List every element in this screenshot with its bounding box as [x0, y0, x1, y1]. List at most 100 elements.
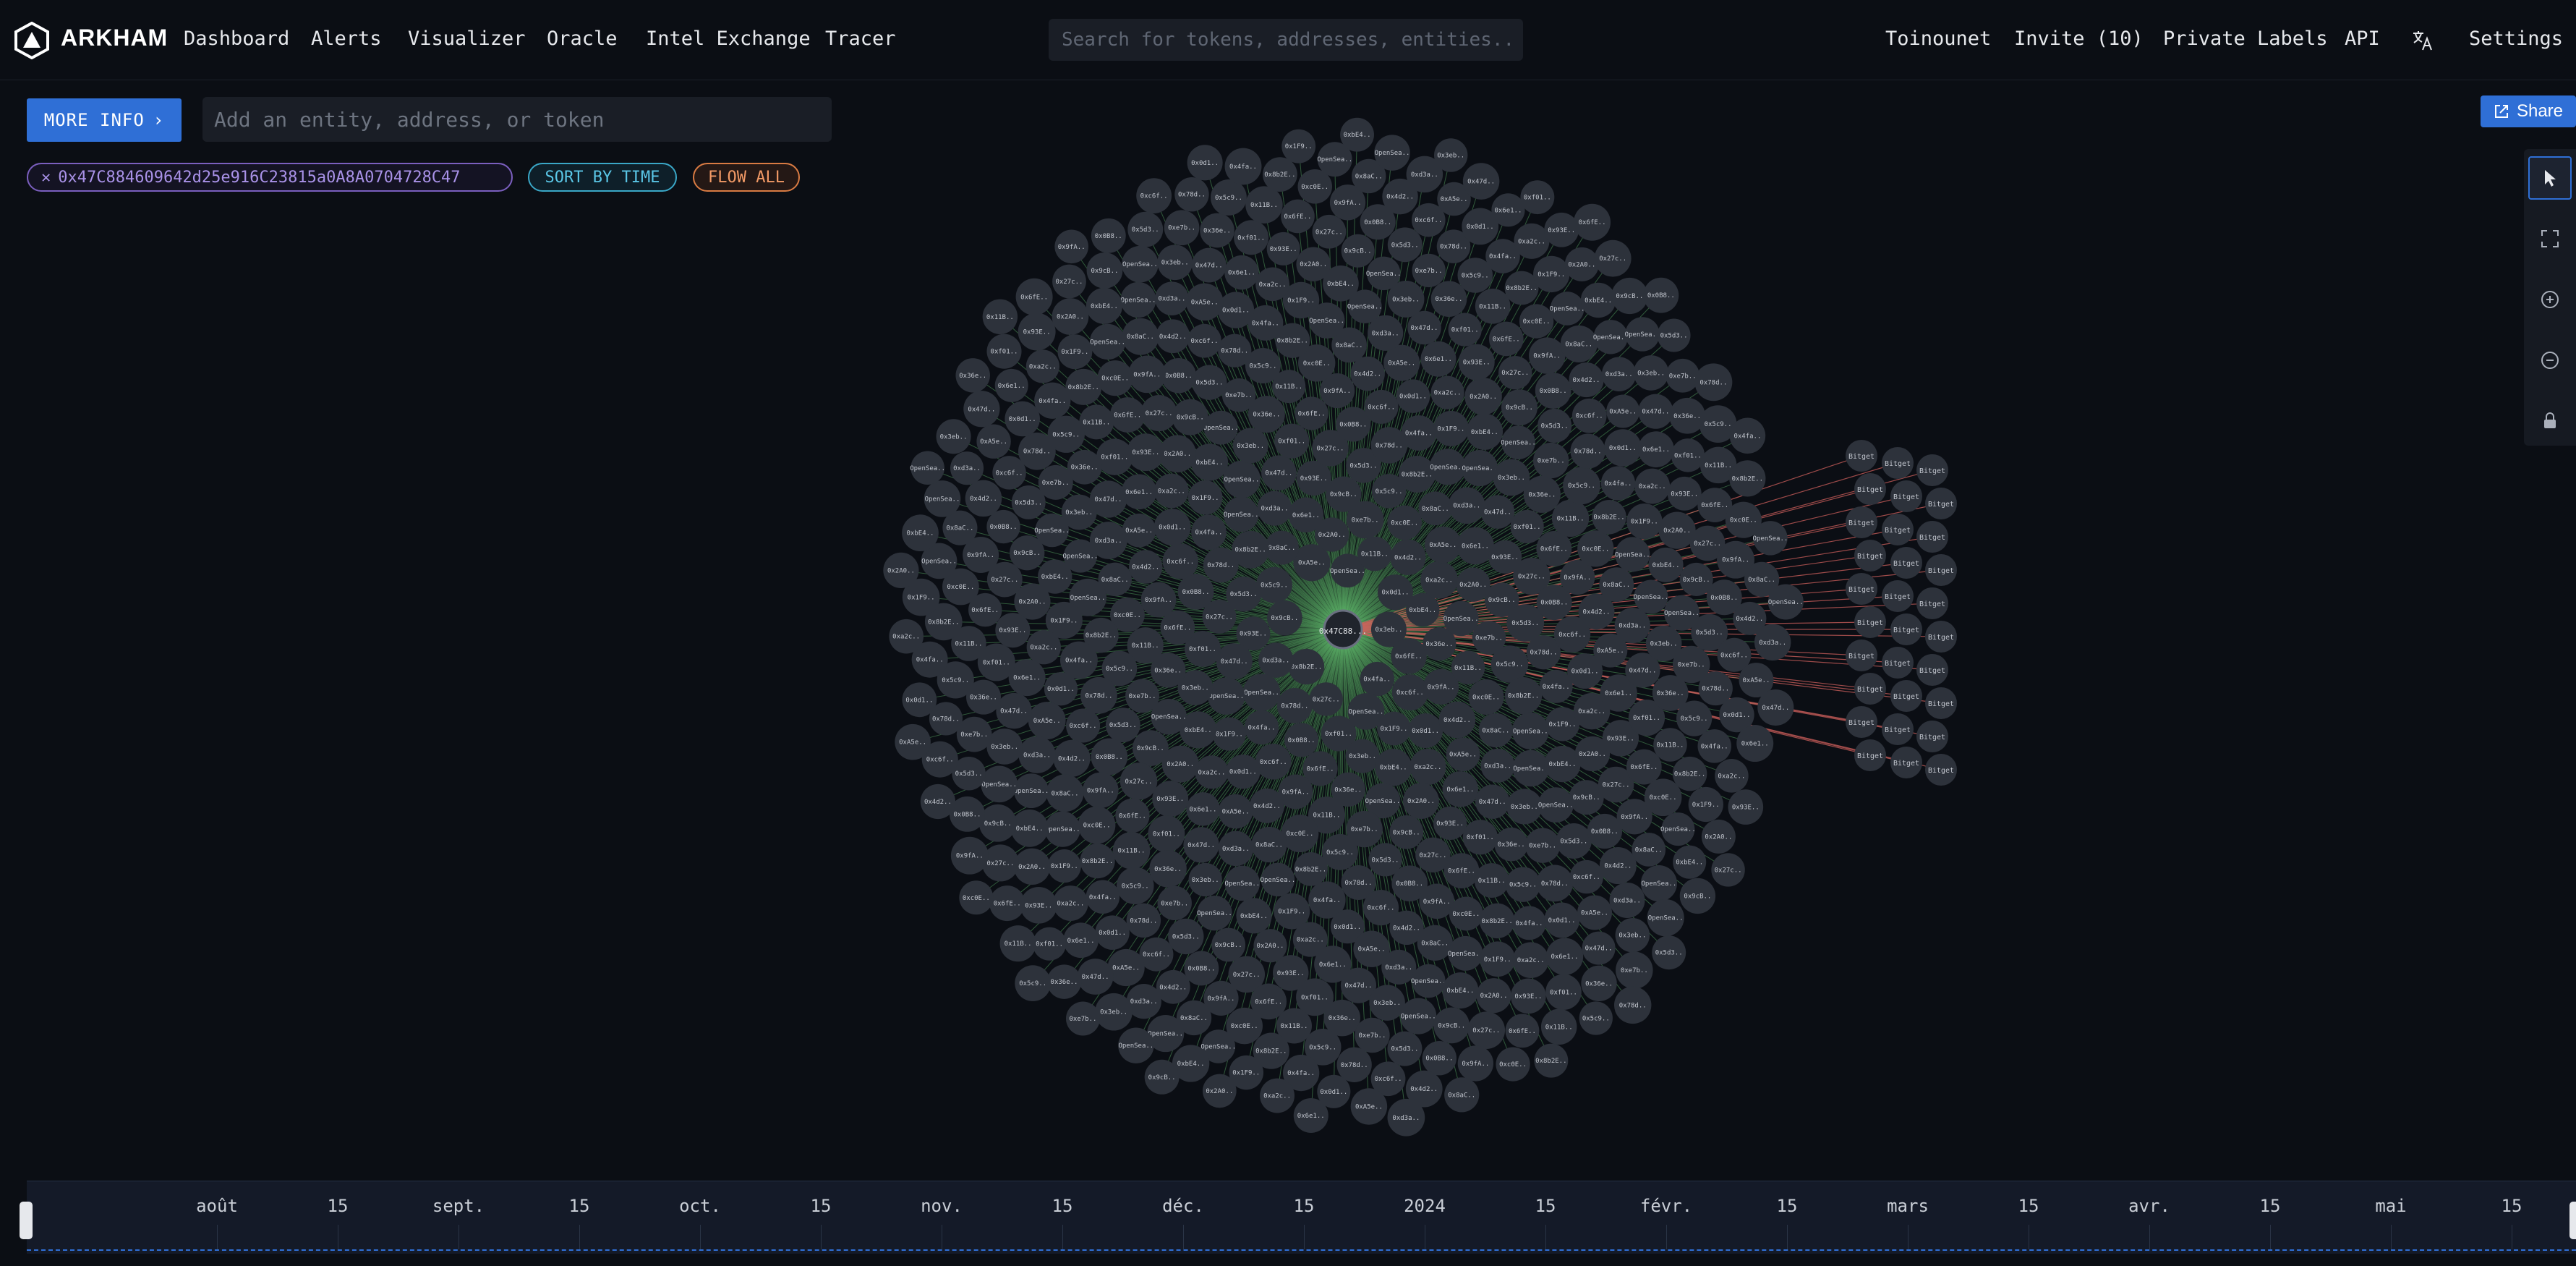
graph-node[interactable]: 0x11B.. [1540, 1008, 1577, 1045]
graph-node[interactable]: 0x8b2E.. [1534, 1043, 1569, 1078]
graph-node[interactable]: 0x9fA.. [1128, 355, 1167, 394]
nav-dashboard[interactable]: Dashboard [184, 27, 289, 50]
graph-node[interactable]: 0x11B.. [1357, 536, 1392, 572]
graph-node[interactable]: 0xf01.. [1510, 509, 1544, 544]
graph-node[interactable]: 0x0d1.. [1604, 429, 1642, 467]
bitget-node[interactable]: Bitget [1925, 621, 1957, 653]
graph-node[interactable]: 0x2A0.. [1701, 819, 1736, 854]
graph-node[interactable]: 0x9cB.. [1267, 600, 1302, 636]
graph-node[interactable]: 0x9cB.. [978, 804, 1017, 842]
bitget-node[interactable]: Bitget [1882, 713, 1914, 745]
bitget-node[interactable]: Bitget [1890, 613, 1922, 645]
graph-node[interactable]: 0x5c9.. [1117, 867, 1154, 905]
graph-node[interactable]: 0x9fA.. [1054, 229, 1088, 264]
graph-node[interactable]: 0xc0E.. [1644, 778, 1682, 817]
graph-node[interactable]: 0xc6f.. [1569, 859, 1604, 894]
graph-node[interactable]: 0x6e1.. [1293, 1097, 1328, 1133]
graph-node[interactable]: 0x11B.. [1112, 831, 1151, 870]
graph-node[interactable]: 0xa2c.. [1255, 267, 1289, 302]
graph-node[interactable]: 0xd3a.. [1387, 1098, 1425, 1137]
graph-node[interactable]: 0x11B.. [1475, 288, 1511, 324]
graph-node[interactable]: 0x0B8.. [1177, 573, 1214, 610]
graph-node[interactable]: 0x5c9.. [1210, 179, 1247, 216]
graph-node[interactable]: 0x47d.. [1191, 247, 1227, 283]
graph-node[interactable]: 0x27c.. [1498, 356, 1532, 390]
graph-node[interactable]: 0xa2c.. [1514, 223, 1550, 259]
graph-node[interactable]: OpenSea.. [924, 480, 961, 517]
graph-node[interactable]: 0x1F9.. [1533, 255, 1570, 293]
graph-node[interactable]: 0x9cB.. [1389, 815, 1424, 849]
graph-node[interactable]: 0xe7b.. [1412, 253, 1446, 288]
graph-node[interactable]: 0x2A0.. [1013, 848, 1051, 885]
graph-node[interactable]: 0x4d2.. [1599, 846, 1637, 885]
graph-node[interactable]: 0x5d3.. [1387, 1031, 1423, 1066]
graph-node[interactable]: 0x93E.. [1728, 789, 1764, 825]
graph-node[interactable]: 0x0d1.. [902, 682, 937, 718]
graph-node[interactable]: 0x5d3.. [1538, 409, 1572, 443]
bitget-node[interactable]: Bitget [1890, 480, 1922, 512]
graph-node[interactable]: 0x2A0.. [1564, 247, 1599, 281]
graph-node[interactable]: 0xc6f.. [1571, 398, 1607, 433]
graph-node[interactable]: OpenSea.. [1448, 935, 1483, 971]
graph-node[interactable]: 0x8aC.. [1418, 491, 1453, 526]
zoom-in-button[interactable] [2528, 278, 2572, 321]
graph-node[interactable]: 0x5d3.. [1652, 935, 1686, 970]
graph-node[interactable]: 0x8b2E.. [1592, 499, 1626, 535]
graph-node[interactable]: 0x6e1.. [994, 368, 1028, 402]
graph-node[interactable]: 0x4fa.. [1729, 417, 1766, 454]
graph-node[interactable]: 0x93E.. [1152, 781, 1189, 817]
graph-node[interactable]: 0x36e.. [1430, 281, 1467, 318]
graph-node[interactable]: 0x6fE.. [1505, 1014, 1540, 1048]
timeline-end-handle[interactable] [2569, 1202, 2576, 1239]
graph-node[interactable]: 0x5d3.. [1127, 211, 1164, 247]
share-button[interactable]: Share [2481, 95, 2576, 127]
graph-node[interactable]: 0x4fa.. [1697, 729, 1731, 763]
graph-node[interactable]: 0x93E.. [1433, 806, 1467, 840]
graph-node[interactable]: 0x8b2E.. [1294, 851, 1328, 886]
bitget-node[interactable]: Bitget [1846, 640, 1877, 671]
graph-node[interactable]: 0x5d3.. [1168, 918, 1204, 955]
graph-node[interactable]: 0xbE4.. [1466, 413, 1504, 450]
graph-node[interactable]: 0x11B.. [982, 299, 1018, 335]
graph-node[interactable]: 0x9fA.. [950, 836, 989, 875]
graph-node[interactable]: 0x6e1.. [1545, 938, 1584, 975]
bitget-node[interactable]: Bitget [1854, 473, 1886, 505]
lock-button[interactable] [2528, 399, 2572, 443]
nav-invite[interactable]: Invite (10) [2014, 27, 2144, 50]
graph-node[interactable]: 0x5c9.. [1563, 467, 1600, 505]
graph-node[interactable]: 0x0B8.. [1091, 738, 1128, 776]
graph-node[interactable]: 0xe7b.. [1355, 1017, 1390, 1053]
graph-node[interactable]: 0xc6f.. [1187, 323, 1221, 358]
nav-private-labels[interactable]: Private Labels [2163, 27, 2328, 50]
graph-node[interactable]: 0xd3a.. [950, 451, 984, 485]
graph-node[interactable]: 0x5c9.. [1255, 566, 1292, 603]
graph-node[interactable]: 0x8b2E.. [1729, 460, 1766, 497]
graph-node[interactable]: 0x8aC.. [1251, 826, 1287, 863]
graph-node[interactable]: 0x0d1.. [1217, 292, 1255, 328]
graph-node[interactable]: 0xA5e.. [1185, 283, 1224, 321]
graph-node[interactable]: 0xd3a.. [1609, 882, 1645, 918]
graph-node[interactable]: 0x78d.. [1613, 986, 1652, 1024]
bitget-node[interactable]: Bitget [1882, 647, 1914, 679]
graph-node[interactable]: 0x3eb.. [1433, 138, 1468, 172]
bitget-node[interactable]: Bitget [1916, 654, 1948, 686]
graph-node[interactable]: 0x27c.. [1052, 264, 1086, 299]
graph-node[interactable]: 0x9cB.. [1611, 277, 1648, 315]
graph-node[interactable]: 0x2A0.. [1202, 1074, 1237, 1108]
graph-node[interactable]: 0x36e.. [1149, 850, 1187, 888]
graph-node[interactable]: 0x0d1.. [1095, 915, 1130, 950]
graph-node[interactable]: 0x6e1.. [1121, 474, 1157, 510]
nav-settings[interactable]: Settings [2469, 27, 2563, 50]
graph-node[interactable]: 0x4d2.. [1128, 550, 1163, 584]
graph-node[interactable]: OpenSea.. [1767, 584, 1804, 620]
graph-node[interactable]: 0xc6f.. [992, 456, 1026, 490]
graph-node[interactable]: 0x8b2E.. [1672, 756, 1707, 791]
graph-node[interactable]: 0x9fA.. [1419, 883, 1455, 919]
address-filter-chip[interactable]: ✕ 0x47C884609642d25e916C23815a0A8A070472… [27, 163, 513, 192]
graph-node[interactable]: 0x8b2E.. [1288, 648, 1325, 685]
graph-node[interactable]: 0x4d2.. [1156, 319, 1190, 354]
graph-node[interactable]: 0x2A0.. [883, 552, 919, 588]
graph-node[interactable]: OpenSea.. [1461, 449, 1498, 487]
graph-node[interactable]: 0x0d1.. [1005, 401, 1040, 437]
graph-node[interactable]: 0x0B8.. [1535, 373, 1571, 409]
